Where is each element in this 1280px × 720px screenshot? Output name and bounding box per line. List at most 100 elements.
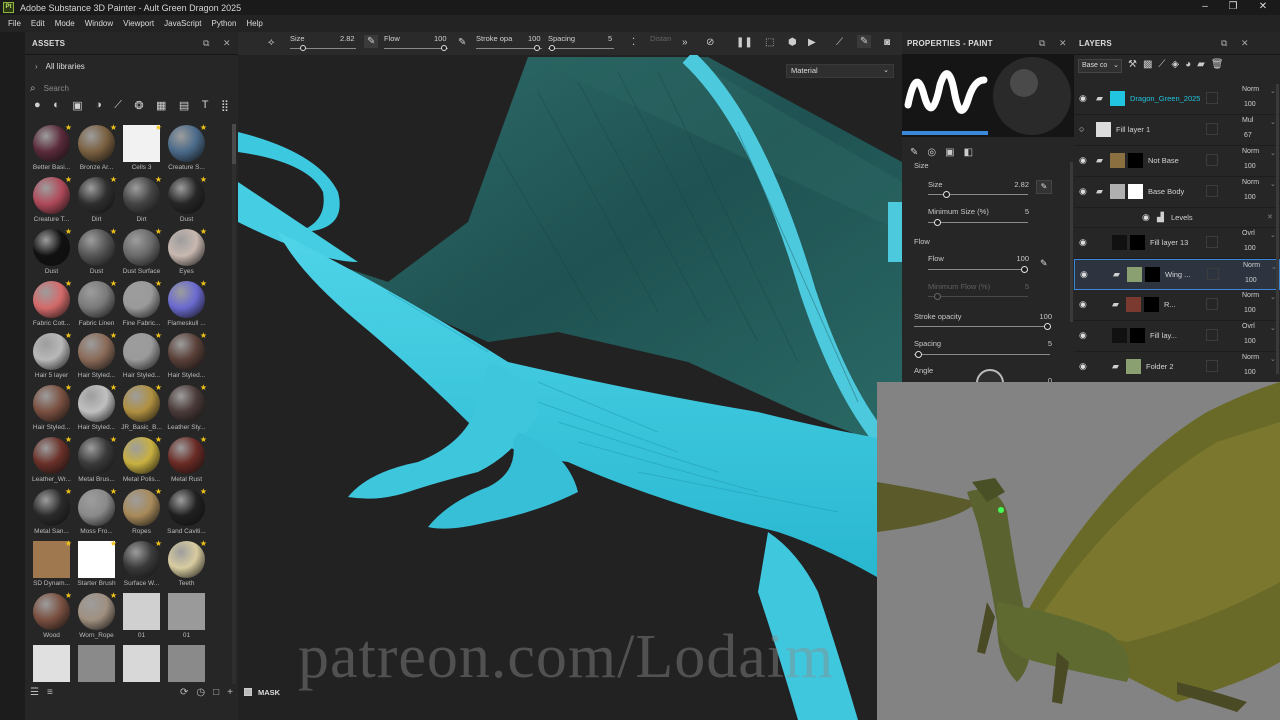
asset-tile[interactable]: ★ Flameskull ... bbox=[164, 279, 209, 333]
blend-mode[interactable]: Norm bbox=[1242, 292, 1259, 299]
asset-tile[interactable]: ★ Metal Rust bbox=[164, 435, 209, 489]
size-pressure-button[interactable]: ✎ bbox=[1036, 180, 1052, 194]
favorite-star-icon[interactable]: ★ bbox=[65, 591, 72, 600]
list-view-icon[interactable]: ☰ bbox=[30, 687, 39, 698]
favorite-star-icon[interactable]: ★ bbox=[110, 175, 117, 184]
asset-search[interactable]: ⌕ Search bbox=[30, 81, 233, 95]
layer-row[interactable]: ◉ ▰ Base Body Norm 100 ⌄ bbox=[1074, 177, 1280, 208]
favorite-star-icon[interactable]: ★ bbox=[155, 227, 162, 236]
tab-material[interactable]: ◧ bbox=[964, 147, 973, 158]
chevron-down-icon[interactable]: ⌄ bbox=[1270, 149, 1276, 157]
asset-tile[interactable]: ★ JR_Basic_B... bbox=[119, 383, 164, 437]
mask-checkbox[interactable] bbox=[244, 688, 252, 696]
min-size-slider[interactable] bbox=[928, 222, 1028, 223]
library-selector[interactable]: › All libraries bbox=[25, 56, 238, 76]
favorite-star-icon[interactable]: ★ bbox=[200, 435, 207, 444]
asset-tile[interactable]: ★ Leather Sty... bbox=[164, 383, 209, 437]
asset-tile[interactable]: ★ Better Basi... bbox=[29, 123, 74, 177]
favorite-star-icon[interactable]: ★ bbox=[65, 383, 72, 392]
add-mask-icon[interactable]: ▩ bbox=[1143, 59, 1152, 70]
grid-icon[interactable]: ▦ bbox=[156, 99, 166, 112]
layer-mask-thumbnail[interactable] bbox=[1144, 297, 1159, 312]
chevron-down-icon[interactable]: ⌄ bbox=[1270, 180, 1276, 188]
favorite-star-icon[interactable]: ★ bbox=[155, 331, 162, 340]
favorite-star-icon[interactable]: ★ bbox=[155, 487, 162, 496]
toolbar-size-value[interactable]: 2.82 bbox=[340, 34, 355, 43]
toolbar-flow-knob[interactable] bbox=[441, 45, 447, 51]
close-icon[interactable]: ✕ bbox=[1248, 0, 1278, 15]
favorite-star-icon[interactable]: ★ bbox=[155, 539, 162, 548]
channel-select[interactable]: Base co ⌄ bbox=[1078, 59, 1122, 73]
favorite-star-icon[interactable]: ★ bbox=[200, 175, 207, 184]
half-sphere-icon[interactable]: ◐ bbox=[53, 99, 60, 111]
asset-tile[interactable]: ★ Metal San... bbox=[29, 487, 74, 541]
sphere-icon[interactable]: ● bbox=[34, 99, 41, 111]
square-icon[interactable]: ▣ bbox=[72, 99, 82, 112]
favorite-star-icon[interactable]: ★ bbox=[155, 383, 162, 392]
eye-icon[interactable]: ◉ bbox=[1079, 330, 1087, 341]
layer-opacity[interactable]: 100 bbox=[1244, 369, 1256, 376]
asset-tile[interactable]: ★ Teeth bbox=[164, 539, 209, 593]
menu-viewport[interactable]: Viewport bbox=[118, 19, 159, 28]
add-effect-icon[interactable]: ⚒ bbox=[1128, 59, 1137, 70]
menu-window[interactable]: Window bbox=[80, 19, 118, 28]
asset-tile[interactable]: ★ Surface W... bbox=[119, 539, 164, 593]
layer-opacity[interactable]: 100 bbox=[1244, 101, 1256, 108]
asset-tile[interactable]: ★ Dust bbox=[74, 227, 119, 281]
layer-effect-row[interactable]: ◉ ▟ Levels ✕ bbox=[1074, 208, 1280, 228]
delete-layer-icon[interactable]: 🗑 bbox=[1211, 59, 1224, 70]
properties-scrollbar[interactable] bbox=[1070, 162, 1073, 322]
camera-icon[interactable]: ▶ bbox=[808, 37, 816, 48]
favorite-star-icon[interactable]: ★ bbox=[155, 175, 162, 184]
stroke-opacity-value[interactable]: 100 bbox=[1026, 312, 1052, 321]
list-detail-icon[interactable]: ≡ bbox=[47, 687, 53, 698]
layer-row[interactable]: ◉ ▰ Not Base Norm 100 ⌄ bbox=[1074, 146, 1280, 177]
pause-icon[interactable]: ❚❚ bbox=[736, 37, 753, 48]
spacing-value[interactable]: 5 bbox=[1026, 339, 1052, 348]
asset-tile[interactable]: ★ Wood bbox=[29, 591, 74, 645]
asset-tile[interactable]: ★ Dust Surface bbox=[119, 227, 164, 281]
assets-scrollbar[interactable] bbox=[232, 124, 236, 684]
spacing-slider[interactable] bbox=[914, 354, 1050, 355]
favorite-star-icon[interactable]: ★ bbox=[110, 331, 117, 340]
layer-name[interactable]: R... bbox=[1164, 300, 1176, 309]
favorite-star-icon[interactable]: ★ bbox=[110, 591, 117, 600]
symmetry-off-icon[interactable]: ⊘ bbox=[706, 37, 714, 48]
particle-icon[interactable]: ❂ bbox=[134, 99, 143, 112]
history-icon[interactable]: ◷ bbox=[196, 687, 205, 698]
toolbar-stroke-slider[interactable] bbox=[476, 48, 542, 49]
blend-mode[interactable]: Norm bbox=[1243, 262, 1260, 269]
layer-name[interactable]: Wing ... bbox=[1165, 270, 1190, 279]
layer-sync-box[interactable] bbox=[1207, 268, 1219, 280]
min-size-knob[interactable] bbox=[934, 219, 941, 226]
layer-name[interactable]: Fill lay... bbox=[1150, 331, 1177, 340]
favorite-star-icon[interactable]: ★ bbox=[65, 175, 72, 184]
close-icon[interactable]: ✕ bbox=[1267, 213, 1273, 221]
flow-pressure-icon[interactable]: ✎ bbox=[458, 37, 466, 48]
layer-name[interactable]: Dragon_Green_2025 bbox=[1130, 94, 1200, 103]
brush-icon[interactable]: ⟋ bbox=[114, 99, 122, 112]
eye-hidden-icon[interactable]: ○ bbox=[1079, 124, 1084, 134]
favorite-star-icon[interactable]: ★ bbox=[155, 279, 162, 288]
chevron-down-icon[interactable]: ⌄ bbox=[1270, 355, 1276, 363]
eye-icon[interactable]: ◉ bbox=[1142, 212, 1150, 223]
asset-tile[interactable]: ★ Bronze Ar... bbox=[74, 123, 119, 177]
menu-file[interactable]: File bbox=[3, 19, 26, 28]
toolbar-size-knob[interactable] bbox=[300, 45, 306, 51]
add-icon[interactable]: + bbox=[227, 687, 233, 698]
refresh-icon[interactable]: ⟳ bbox=[180, 687, 188, 698]
brush-tool-icon[interactable]: ✎ bbox=[857, 35, 872, 48]
asset-tile[interactable]: ★ Dust bbox=[164, 175, 209, 229]
min-size-value[interactable]: 5 bbox=[1003, 207, 1029, 216]
flow-slider[interactable] bbox=[928, 269, 1028, 270]
toolbar-stroke-value[interactable]: 100 bbox=[528, 34, 541, 43]
favorite-star-icon[interactable]: ★ bbox=[200, 227, 207, 236]
favorite-star-icon[interactable]: ★ bbox=[155, 435, 162, 444]
toolbar-flow-slider[interactable] bbox=[384, 48, 448, 49]
size-value[interactable]: 2.82 bbox=[1003, 180, 1029, 189]
asset-tile[interactable]: ★ Hair Styled... bbox=[29, 383, 74, 437]
layer-name[interactable]: Fill layer 1 bbox=[1116, 125, 1150, 134]
spacing-knob[interactable] bbox=[915, 351, 922, 358]
asset-tile[interactable]: ★ Hair 5 layer bbox=[29, 331, 74, 385]
asset-tile[interactable]: ★ Sand Caviti... bbox=[164, 487, 209, 541]
